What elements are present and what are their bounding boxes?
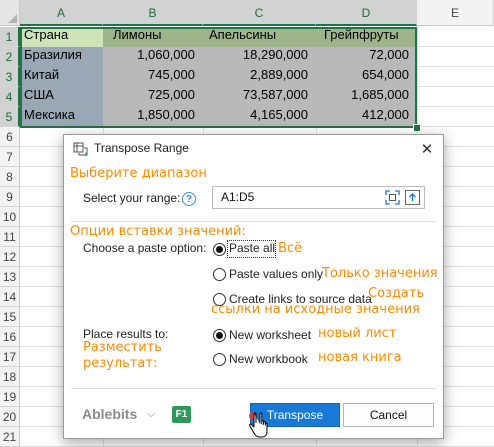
row-header-12[interactable]: 12 bbox=[0, 247, 20, 267]
row-header-20[interactable]: 20 bbox=[0, 407, 20, 427]
cell-a3[interactable]: Китай bbox=[20, 67, 103, 87]
transpose-range-dialog: Transpose Range ✕ Выберите диапазон Sele… bbox=[63, 134, 444, 439]
transpose-icon bbox=[73, 142, 88, 157]
row-header-15[interactable]: 15 bbox=[0, 307, 20, 327]
row-header-21[interactable]: 21 bbox=[0, 427, 20, 447]
divider bbox=[71, 221, 437, 222]
cell-a5[interactable]: Мексика bbox=[20, 107, 103, 127]
cell-d2[interactable]: 72,000 bbox=[316, 47, 417, 67]
new-workbook-label[interactable]: New workbook bbox=[229, 352, 308, 366]
column-header-e[interactable]: E bbox=[417, 0, 494, 26]
row-header-11[interactable]: 11 bbox=[0, 227, 20, 247]
row-header-5[interactable]: 5 bbox=[0, 107, 20, 127]
cell-d1[interactable]: Грейпфруты bbox=[316, 27, 417, 47]
expand-selection-icon[interactable] bbox=[385, 190, 400, 205]
f1-help-icon[interactable]: F1 bbox=[172, 406, 191, 423]
row-header-16[interactable]: 16 bbox=[0, 327, 20, 347]
row-header-10[interactable]: 10 bbox=[0, 207, 20, 227]
paste-all-radio[interactable] bbox=[213, 243, 226, 256]
row-header-4[interactable]: 4 bbox=[0, 87, 20, 107]
dialog-title-bar[interactable]: Transpose Range ✕ bbox=[64, 135, 443, 164]
cell-a4[interactable]: США bbox=[20, 87, 103, 107]
annotation-place-results-2: результат: bbox=[83, 356, 158, 371]
row-header-18[interactable]: 18 bbox=[0, 367, 20, 387]
cell-c3[interactable]: 2,889,000 bbox=[203, 67, 316, 87]
cell-b4[interactable]: 725,000 bbox=[103, 87, 203, 107]
new-workbook-radio[interactable] bbox=[213, 353, 226, 366]
cell-d3[interactable]: 654,000 bbox=[316, 67, 417, 87]
paste-values-radio[interactable] bbox=[213, 268, 226, 281]
close-icon[interactable]: ✕ bbox=[417, 139, 437, 159]
cell-c4[interactable]: 73,587,000 bbox=[203, 87, 316, 107]
paste-all-label[interactable]: Paste all bbox=[229, 241, 275, 255]
row-header-13[interactable]: 13 bbox=[0, 267, 20, 287]
paste-option-label: Choose a paste option: bbox=[83, 241, 207, 255]
place-results-label: Place results to: bbox=[83, 327, 169, 341]
chevron-down-icon[interactable]: ⌵ bbox=[147, 407, 155, 421]
cell-d5[interactable]: 412,000 bbox=[316, 107, 417, 127]
column-header-c[interactable]: C bbox=[203, 0, 316, 26]
annotation-paste-all: Всё bbox=[278, 241, 303, 256]
hand-cursor-icon bbox=[249, 412, 268, 438]
annotation-create-links-2: ссылки на исходные значения bbox=[211, 302, 420, 317]
row-header-14[interactable]: 14 bbox=[0, 287, 20, 307]
cell-a1[interactable]: Страна bbox=[20, 27, 103, 47]
range-input-value[interactable]: A1:D5 bbox=[221, 190, 254, 204]
ablebits-logo[interactable]: Ablebits bbox=[82, 406, 137, 422]
new-worksheet-label[interactable]: New worksheet bbox=[229, 328, 311, 342]
cell-c2[interactable]: 18,290,000 bbox=[203, 47, 316, 67]
column-header-b[interactable]: B bbox=[103, 0, 203, 26]
annotation-paste-values: Только значения bbox=[322, 266, 438, 281]
fill-handle[interactable] bbox=[413, 124, 421, 132]
cell-b3[interactable]: 745,000 bbox=[103, 67, 203, 87]
annotation-place-results-1: Разместить bbox=[83, 340, 162, 355]
cell-c1[interactable]: Апельсины bbox=[203, 27, 316, 47]
cell-b2[interactable]: 1,060,000 bbox=[103, 47, 203, 67]
annotation-new-worksheet: новый лист bbox=[318, 326, 397, 341]
row-header-19[interactable]: 19 bbox=[0, 387, 20, 407]
cell-b1[interactable]: Лимоны bbox=[103, 27, 203, 47]
new-worksheet-radio[interactable] bbox=[213, 329, 226, 342]
row-header-3[interactable]: 3 bbox=[0, 67, 20, 87]
collapse-dialog-icon[interactable] bbox=[405, 190, 420, 205]
cancel-button[interactable]: Cancel bbox=[343, 403, 434, 427]
annotation-paste-options: Опции вставки значений: bbox=[70, 224, 246, 239]
annotation-select-range: Выберите диапазон bbox=[70, 166, 207, 181]
column-header-a[interactable]: A bbox=[20, 0, 103, 26]
select-all-corner[interactable] bbox=[0, 0, 20, 26]
annotation-create-links-1: Создать bbox=[368, 286, 425, 301]
row-header-9[interactable]: 9 bbox=[0, 187, 20, 207]
cell-b5[interactable]: 1,850,000 bbox=[103, 107, 203, 127]
row-header-2[interactable]: 2 bbox=[0, 47, 20, 67]
divider bbox=[71, 388, 437, 389]
help-icon[interactable]: ? bbox=[182, 192, 196, 206]
annotation-new-workbook: новая книга bbox=[318, 350, 402, 365]
row-header-1[interactable]: 1 bbox=[0, 27, 20, 47]
column-header-d[interactable]: D bbox=[316, 0, 417, 26]
row-header-8[interactable]: 8 bbox=[0, 167, 20, 187]
cell-d4[interactable]: 1,685,000 bbox=[316, 87, 417, 107]
paste-values-label[interactable]: Paste values only bbox=[229, 267, 323, 281]
cell-a2[interactable]: Бразилия bbox=[20, 47, 103, 67]
row-header-6[interactable]: 6 bbox=[0, 127, 20, 147]
range-input[interactable]: A1:D5 bbox=[212, 186, 425, 209]
row-header-17[interactable]: 17 bbox=[0, 347, 20, 367]
select-range-label: Select your range: bbox=[83, 191, 181, 205]
row-header-7[interactable]: 7 bbox=[0, 147, 20, 167]
cell-c5[interactable]: 4,165,000 bbox=[203, 107, 316, 127]
dialog-title: Transpose Range bbox=[94, 141, 189, 155]
